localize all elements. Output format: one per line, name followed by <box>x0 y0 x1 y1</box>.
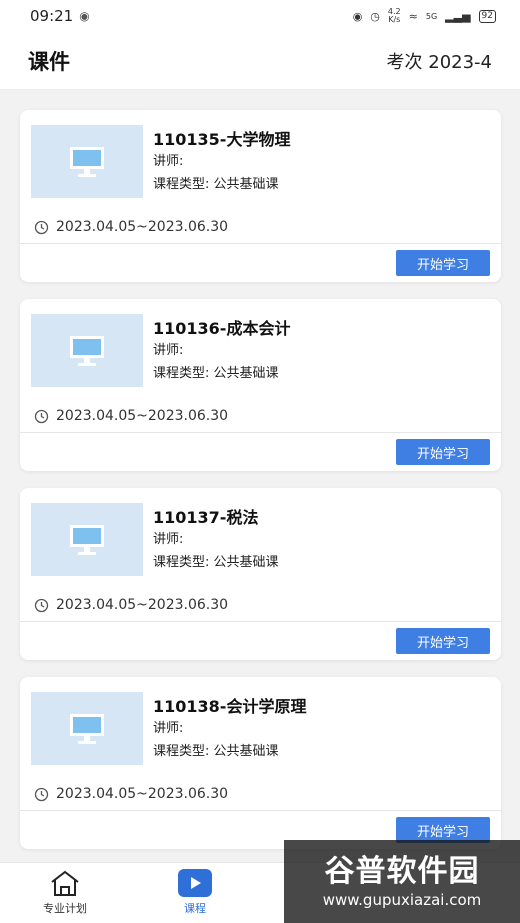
tab-label: 专业计划 <box>43 902 87 915</box>
course-teacher: 讲师: <box>153 532 184 547</box>
course-list[interactable]: 110135-大学物理 讲师: 课程类型: 公共基础课 2023.04.05~2… <box>0 90 520 862</box>
signal-icon: ▂▃▅ <box>445 9 471 23</box>
course-title[interactable]: 110138-会计学原理 <box>153 693 306 717</box>
date-range-text: 2023.04.05~2023.06.30 <box>56 219 229 235</box>
tab-label: 课程 <box>184 902 206 915</box>
alarm-icon: ◷ <box>370 9 380 23</box>
exam-term-selector[interactable]: 考次 2023-4 <box>387 48 492 74</box>
course-card[interactable]: 110136-成本会计 讲师: 课程类型: 公共基础课 2023.04.05~2… <box>20 299 501 471</box>
monitor-icon <box>70 146 104 177</box>
network-speed: 4.2 K/s <box>388 8 401 24</box>
network-type: 5G <box>425 11 438 21</box>
course-teacher: 讲师: <box>153 721 184 736</box>
course-date-range: 2023.04.05~2023.06.30 <box>34 597 228 613</box>
course-date-range: 2023.04.05~2023.06.30 <box>34 408 228 424</box>
play-icon <box>178 869 212 897</box>
card-divider <box>20 432 501 433</box>
start-learning-button[interactable]: 开始学习 <box>396 250 490 276</box>
home-icon <box>51 870 79 896</box>
course-card[interactable]: 110137-税法 讲师: 课程类型: 公共基础课 2023.04.05~202… <box>20 488 501 660</box>
card-divider <box>20 243 501 244</box>
card-divider <box>20 621 501 622</box>
watermark-overlay: 谷普软件园 www.gupuxiazai.com <box>284 840 520 923</box>
clock-icon <box>34 598 49 612</box>
course-title[interactable]: 110135-大学物理 <box>153 126 290 150</box>
status-time: 09:21 <box>30 7 74 25</box>
course-thumbnail <box>31 314 143 387</box>
date-range-text: 2023.04.05~2023.06.30 <box>56 408 229 424</box>
course-title[interactable]: 110137-税法 <box>153 504 258 528</box>
monitor-icon <box>70 335 104 366</box>
course-thumbnail <box>31 692 143 765</box>
course-card[interactable]: 110138-会计学原理 讲师: 课程类型: 公共基础课 2023.04.05~… <box>20 677 501 849</box>
course-title[interactable]: 110136-成本会计 <box>153 315 290 339</box>
eye-icon: ◉ <box>352 9 363 23</box>
course-thumbnail <box>31 503 143 576</box>
status-icons: ◉ ◷ 4.2 K/s ≈ 5G ▂▃▅ 92 <box>353 8 496 24</box>
card-divider <box>20 810 501 811</box>
battery-indicator: 92 <box>478 9 496 23</box>
course-date-range: 2023.04.05~2023.06.30 <box>34 786 228 802</box>
watermark-brand: 谷普软件园 <box>324 853 480 889</box>
watermark-url: www.gupuxiazai.com <box>322 890 482 909</box>
tab-courses[interactable]: 课程 <box>135 869 255 916</box>
date-range-text: 2023.04.05~2023.06.30 <box>56 786 229 802</box>
wechat-notification-icon: ◉ <box>79 9 90 23</box>
monitor-icon <box>70 524 104 555</box>
speed-unit: K/s <box>388 15 401 24</box>
course-type: 课程类型: 公共基础课 <box>153 366 279 381</box>
date-range-text: 2023.04.05~2023.06.30 <box>56 597 229 613</box>
course-card[interactable]: 110135-大学物理 讲师: 课程类型: 公共基础课 2023.04.05~2… <box>20 110 501 282</box>
course-type: 课程类型: 公共基础课 <box>153 744 279 759</box>
start-learning-button[interactable]: 开始学习 <box>396 439 490 465</box>
course-type: 课程类型: 公共基础课 <box>153 177 279 192</box>
course-type: 课程类型: 公共基础课 <box>153 555 279 570</box>
tab-major-plan[interactable]: 专业计划 <box>5 869 125 916</box>
clock-icon <box>34 220 49 234</box>
course-date-range: 2023.04.05~2023.06.30 <box>34 219 228 235</box>
wifi-icon: ≈ <box>408 9 418 23</box>
course-teacher: 讲师: <box>153 343 184 358</box>
clock-icon <box>34 409 49 423</box>
course-thumbnail <box>31 125 143 198</box>
course-teacher: 讲师: <box>153 154 184 169</box>
page-title: 课件 <box>28 49 70 74</box>
page-header: 课件 考次 2023-4 <box>0 32 520 90</box>
status-bar: 09:21 ◉ ◉ ◷ 4.2 K/s ≈ 5G ▂▃▅ 92 <box>0 0 520 32</box>
start-learning-button[interactable]: 开始学习 <box>396 628 490 654</box>
monitor-icon <box>70 713 104 744</box>
clock-icon <box>34 787 49 801</box>
